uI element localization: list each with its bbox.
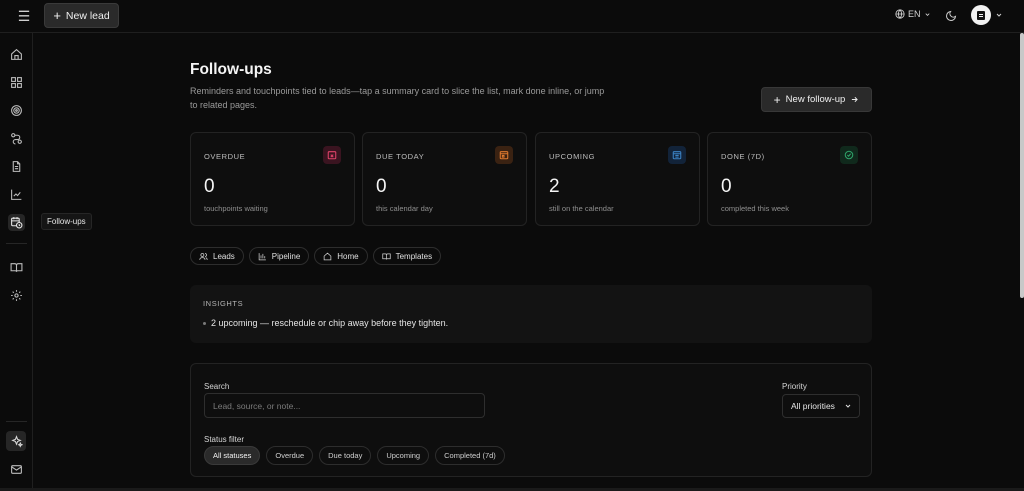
sparkle-icon[interactable]	[6, 431, 26, 451]
card-value: 0	[721, 176, 732, 197]
card-label: DONE (7D)	[721, 152, 765, 161]
language-label: EN	[908, 9, 921, 19]
status-chip-upcoming[interactable]: Upcoming	[377, 446, 430, 465]
check-circle-icon	[840, 146, 858, 164]
arrow-right-icon	[852, 96, 859, 103]
menu-icon[interactable]: ☰	[16, 8, 32, 24]
status-filter-chips: All statuses Overdue Due today Upcoming …	[204, 446, 505, 465]
calendar-clock-icon[interactable]	[8, 214, 25, 231]
priority-label: Priority	[782, 382, 807, 391]
new-follow-up-label: New follow-up	[785, 94, 846, 105]
avatar[interactable]	[971, 5, 991, 25]
scrollbar[interactable]	[1020, 33, 1024, 298]
dashboard-grid-icon[interactable]	[8, 74, 25, 91]
sidebar-tooltip: Follow-ups	[41, 213, 92, 230]
card-caption: this calendar day	[376, 204, 433, 213]
quick-link-label: Home	[337, 251, 359, 261]
summary-card-done[interactable]: DONE (7D) 0 completed this week	[707, 132, 872, 226]
priority-select[interactable]: All priorities	[782, 394, 860, 418]
status-filter-label: Status filter	[204, 435, 245, 444]
language-switcher[interactable]: EN	[895, 9, 931, 19]
globe-icon	[895, 9, 905, 19]
insights-panel: INSIGHTS 2 upcoming — reschedule or chip…	[190, 285, 872, 343]
home-icon[interactable]	[8, 46, 25, 63]
insights-heading: INSIGHTS	[203, 299, 244, 308]
book-open-icon	[381, 253, 391, 260]
sidebar-divider	[6, 243, 27, 244]
status-chip-overdue[interactable]: Overdue	[266, 446, 314, 465]
card-label: UPCOMING	[549, 152, 596, 161]
quick-link-templates[interactable]: Templates	[372, 247, 442, 265]
target-icon[interactable]	[8, 102, 25, 119]
page-subtitle: Reminders and touchpoints tied to leads—…	[190, 86, 605, 110]
search-label: Search	[204, 382, 230, 391]
calendar-today-icon	[495, 146, 513, 164]
card-value: 0	[376, 176, 387, 197]
document-icon[interactable]	[8, 158, 25, 175]
card-caption: touchpoints waiting	[204, 204, 268, 213]
new-follow-up-button[interactable]: + New follow-up	[761, 87, 872, 112]
summary-card-due-today[interactable]: DUE TODAY 0 this calendar day	[362, 132, 527, 226]
sidebar	[0, 33, 33, 491]
moon-icon	[946, 10, 957, 21]
plus-icon: +	[773, 92, 781, 107]
bullet	[203, 321, 206, 325]
card-caption: completed this week	[721, 204, 789, 213]
mail-icon[interactable]	[8, 461, 25, 478]
filters-panel: Search Priority All priorities Status fi…	[190, 363, 872, 477]
quick-link-leads[interactable]: Leads	[190, 247, 244, 265]
quick-link-label: Templates	[395, 251, 433, 261]
card-caption: still on the calendar	[549, 204, 614, 213]
card-label: DUE TODAY	[376, 152, 425, 161]
gear-icon[interactable]	[8, 287, 25, 304]
quick-link-label: Leads	[213, 251, 235, 261]
sidebar-divider	[6, 421, 27, 422]
pipeline-route-icon[interactable]	[8, 130, 25, 147]
page-title: Follow-ups	[190, 61, 272, 78]
chevron-down-icon	[845, 404, 851, 408]
insight-text: 2 upcoming — reschedule or chip away bef…	[211, 318, 449, 328]
new-lead-label: New lead	[65, 9, 110, 22]
summary-card-overdue[interactable]: OVERDUE 0 touchpoints waiting	[190, 132, 355, 226]
chart-line-icon[interactable]	[8, 186, 25, 203]
status-chip-due-today[interactable]: Due today	[319, 446, 372, 465]
users-icon	[199, 252, 208, 260]
priority-value: All priorities	[791, 401, 835, 411]
home-icon	[324, 252, 332, 260]
account-menu[interactable]	[971, 5, 1003, 25]
alert-calendar-icon	[323, 146, 341, 164]
bar-chart-icon	[258, 252, 266, 260]
quick-link-pipeline[interactable]: Pipeline	[248, 247, 310, 265]
card-label: OVERDUE	[204, 152, 246, 161]
status-chip-completed[interactable]: Completed (7d)	[435, 446, 505, 465]
theme-toggle[interactable]	[945, 9, 959, 23]
new-lead-button[interactable]: + New lead	[44, 3, 119, 28]
calendar-icon	[668, 146, 686, 164]
quick-links: Leads Pipeline Home Templates	[190, 247, 442, 265]
book-open-icon[interactable]	[8, 259, 25, 276]
top-bar: ☰ + New lead EN	[0, 0, 1024, 33]
chevron-down-icon	[924, 12, 930, 16]
quick-link-home[interactable]: Home	[314, 247, 368, 265]
chevron-down-icon	[996, 13, 1002, 17]
quick-link-label: Pipeline	[271, 251, 301, 261]
search-input[interactable]	[204, 393, 485, 418]
card-value: 2	[549, 176, 560, 197]
summary-card-upcoming[interactable]: UPCOMING 2 still on the calendar	[535, 132, 700, 226]
card-value: 0	[204, 176, 215, 197]
insight-item: 2 upcoming — reschedule or chip away bef…	[203, 318, 448, 328]
plus-icon: +	[53, 8, 61, 23]
status-chip-all[interactable]: All statuses	[204, 446, 261, 465]
